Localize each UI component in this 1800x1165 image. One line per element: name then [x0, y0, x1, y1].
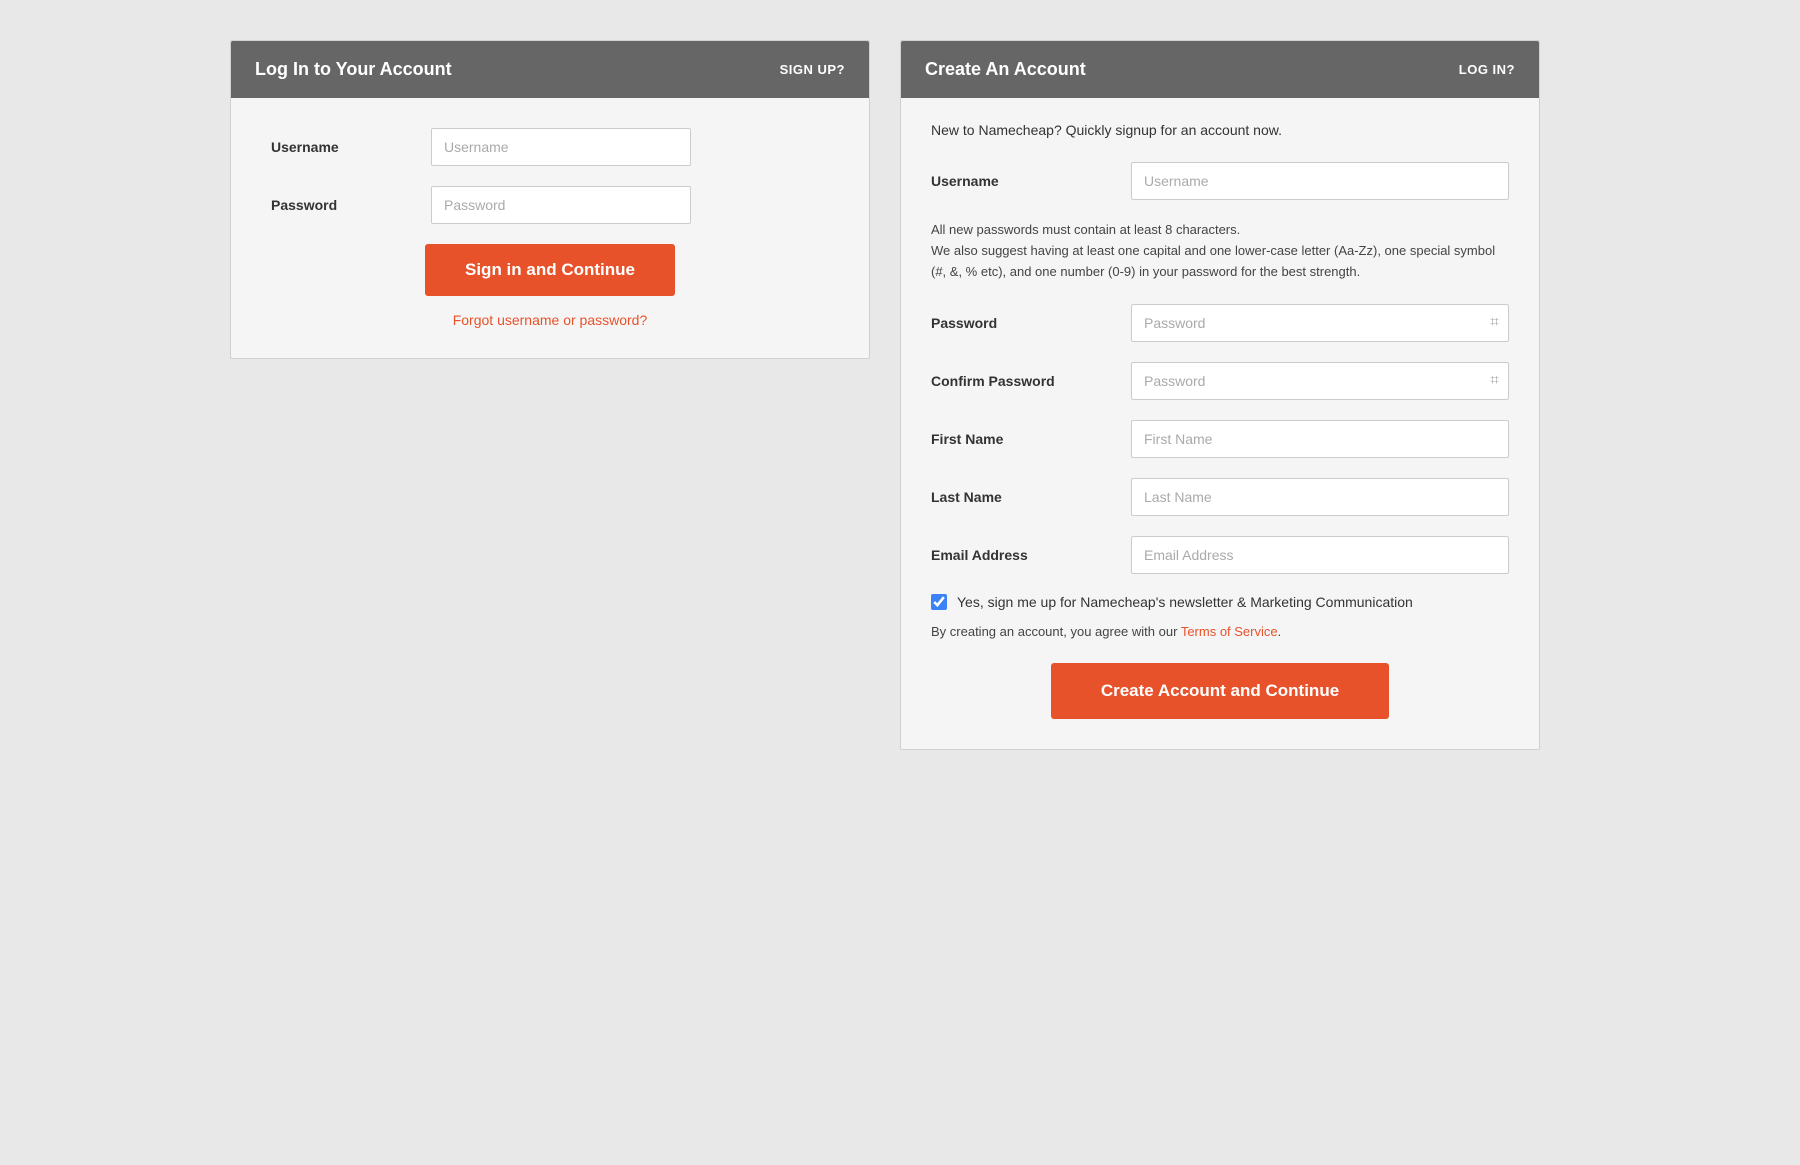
signup-password-input[interactable] [1131, 304, 1509, 342]
terms-text: By creating an account, you agree with o… [931, 624, 1509, 639]
password-eye-icon[interactable]: ⌗ [1490, 314, 1499, 332]
login-panel: Log In to Your Account SIGN UP? Username… [230, 40, 870, 359]
signup-confirm-password-label: Confirm Password [931, 373, 1131, 389]
create-account-wrapper: Create Account and Continue [931, 663, 1509, 719]
signup-password-label: Password [931, 315, 1131, 331]
login-actions: Sign in and Continue Forgot username or … [271, 244, 829, 328]
forgot-link[interactable]: Forgot username or password? [453, 312, 648, 328]
login-username-input[interactable] [431, 128, 691, 166]
login-panel-body: Username Password Sign in and Continue F… [231, 98, 869, 358]
login-panel-title: Log In to Your Account [255, 59, 452, 80]
login-signup-link[interactable]: SIGN UP? [780, 62, 845, 77]
signup-confirm-password-wrapper: ⌗ [1131, 362, 1509, 400]
signup-lastname-label: Last Name [931, 489, 1131, 505]
terms-of-service-link[interactable]: Terms of Service [1181, 624, 1278, 639]
signup-panel-title: Create An Account [925, 59, 1086, 80]
signup-email-input[interactable] [1131, 536, 1509, 574]
signup-firstname-label: First Name [931, 431, 1131, 447]
login-password-row: Password [271, 186, 829, 224]
signin-button[interactable]: Sign in and Continue [425, 244, 675, 296]
signup-email-label: Email Address [931, 547, 1131, 563]
signup-panel-body: New to Namecheap? Quickly signup for an … [901, 98, 1539, 749]
signup-firstname-row: First Name [931, 420, 1509, 458]
newsletter-checkbox-label: Yes, sign me up for Namecheap's newslett… [957, 594, 1413, 610]
confirm-password-eye-icon[interactable]: ⌗ [1490, 372, 1499, 390]
signup-lastname-input[interactable] [1131, 478, 1509, 516]
newsletter-checkbox[interactable] [931, 594, 947, 610]
signup-intro: New to Namecheap? Quickly signup for an … [931, 122, 1509, 138]
signup-login-link[interactable]: LOG IN? [1459, 62, 1515, 77]
password-hint: All new passwords must contain at least … [931, 220, 1509, 282]
login-password-input[interactable] [431, 186, 691, 224]
terms-text-before: By creating an account, you agree with o… [931, 624, 1181, 639]
login-username-label: Username [271, 139, 431, 155]
newsletter-checkbox-row: Yes, sign me up for Namecheap's newslett… [931, 594, 1509, 610]
signup-password-row: Password ⌗ [931, 304, 1509, 342]
signup-panel-header: Create An Account LOG IN? [901, 41, 1539, 98]
signup-firstname-input[interactable] [1131, 420, 1509, 458]
login-username-row: Username [271, 128, 829, 166]
signup-email-row: Email Address [931, 536, 1509, 574]
signup-username-label: Username [931, 173, 1131, 189]
page-wrapper: Log In to Your Account SIGN UP? Username… [230, 40, 1570, 750]
signup-password-wrapper: ⌗ [1131, 304, 1509, 342]
terms-text-after: . [1278, 624, 1282, 639]
signup-confirm-password-row: Confirm Password ⌗ [931, 362, 1509, 400]
login-panel-header: Log In to Your Account SIGN UP? [231, 41, 869, 98]
login-password-label: Password [271, 197, 431, 213]
create-account-button[interactable]: Create Account and Continue [1051, 663, 1389, 719]
signup-username-input[interactable] [1131, 162, 1509, 200]
signup-panel: Create An Account LOG IN? New to Nameche… [900, 40, 1540, 750]
signup-username-row: Username [931, 162, 1509, 200]
signup-lastname-row: Last Name [931, 478, 1509, 516]
signup-confirm-password-input[interactable] [1131, 362, 1509, 400]
